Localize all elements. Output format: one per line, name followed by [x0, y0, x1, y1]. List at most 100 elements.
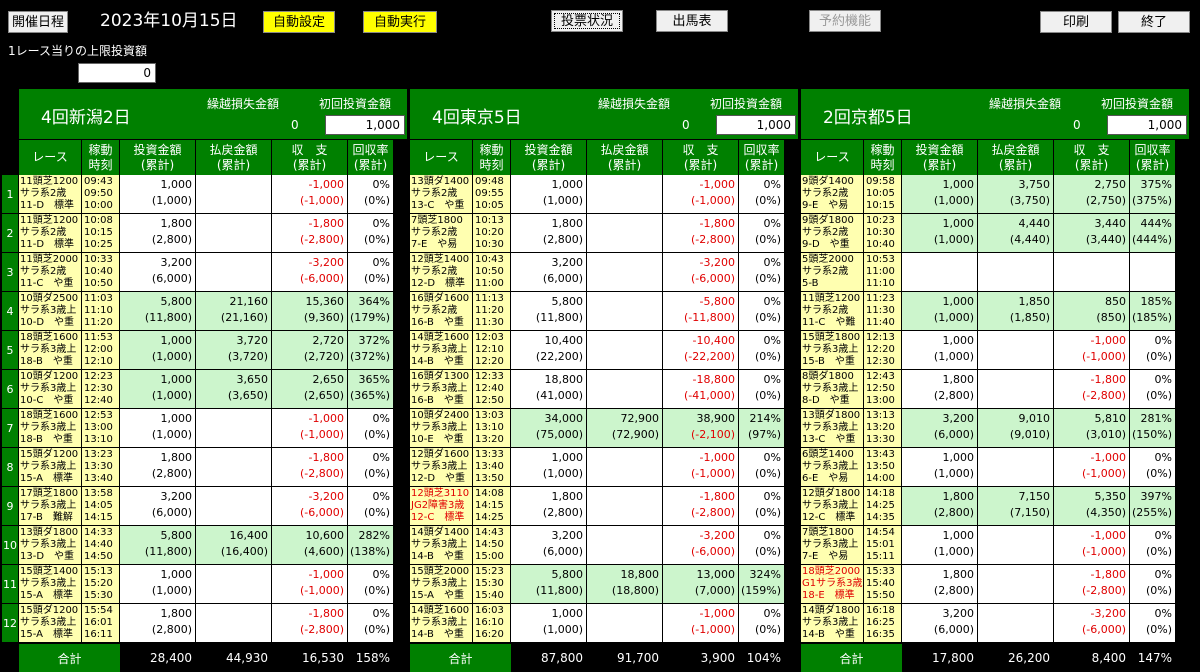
time-line: 11:00 [866, 266, 895, 277]
race-info-cell[interactable]: 15頭ダ1200 サラ系3歳上 15-A 標準 [19, 604, 82, 643]
race-info-cell[interactable]: 14頭ダ1800 サラ系3歳上 14-B や重 [801, 604, 864, 643]
init-input[interactable]: 1,000 [325, 115, 405, 135]
time-cell: 14:54 15:01 15:11 [864, 526, 902, 565]
invest-cell-value: 1,000 [942, 451, 975, 464]
race-info-cell[interactable]: 14頭芝1600 サラ系3歳上 14-B や重 [410, 331, 473, 370]
race-info-cell[interactable]: 7頭芝1800 サラ系2歳 7-E や易 [410, 214, 473, 253]
reserve-button[interactable]: 予約機能 [809, 10, 881, 32]
race-info-cell[interactable]: 13頭ダ1800 サラ系3歳上 13-C や重 [801, 409, 864, 448]
init-input[interactable]: 1,000 [716, 115, 796, 135]
column-header-text: 投資金額 [524, 143, 573, 158]
payout-cell-cumulative: (72,900) [611, 428, 659, 441]
race-info-cell[interactable]: 11頭芝1200 サラ系2歳 11-D 標準 [19, 175, 82, 214]
limit-input[interactable]: 0 [78, 63, 156, 83]
time-line: 12:33 [475, 371, 504, 382]
race-info-cell[interactable]: 12頭芝3110 JG2障害3歳 12-C 標準 [410, 487, 473, 526]
rate-cell: 0% (0%) [1130, 448, 1176, 487]
race-info-cell[interactable]: 10頭ダ2500 サラ系3歳上 10-D や重 [19, 292, 82, 331]
time-line: 14:40 [84, 539, 113, 550]
race-info-cell[interactable]: 11頭芝2000 サラ系2歳 11-C や重 [19, 253, 82, 292]
time-line: 13:33 [475, 449, 504, 460]
race-info-cell[interactable]: 9頭ダ1800 サラ系2歳 9-D や重 [801, 214, 864, 253]
race-info-cell[interactable]: 9頭ダ1400 サラ系2歳 9-E や易 [801, 175, 864, 214]
invest-cell: 3,200 (6,000) [120, 487, 196, 526]
race-info-cell[interactable]: 15頭芝1400 サラ系3歳上 15-A 標準 [19, 565, 82, 604]
payout-cell-cumulative: (21,160) [220, 311, 268, 324]
invest-cell: 3,200 (6,000) [902, 409, 978, 448]
race-card-button[interactable]: 出馬表 [656, 10, 728, 32]
race-info-cell[interactable]: 12頭ダ1800 サラ系3歳上 12-C 標準 [801, 487, 864, 526]
schedule-button[interactable]: 開催日程 [8, 11, 68, 33]
auto-set-button[interactable]: 自動設定 [263, 11, 335, 33]
total-payout: 91,700 [587, 644, 663, 672]
race-line-3: 11-C や重 [20, 278, 74, 289]
venue-header: 2回京都5日 繰越損失金額 0 初回投資金額 1,000 [801, 87, 1189, 139]
balance-cell-cumulative: (-2,800) [1081, 584, 1126, 597]
total-payout: 44,930 [196, 644, 272, 672]
balance-cell-value: -1,800 [308, 451, 344, 464]
race-info-cell[interactable]: 12頭芝1400 サラ系2歳 12-D 標準 [410, 253, 473, 292]
race-line-3: 12-C 標準 [411, 512, 465, 523]
balance-cell-cumulative: (-2,800) [299, 467, 344, 480]
race-line-3: 15-A 標準 [20, 590, 73, 601]
race-info-cell[interactable]: 11頭芝1200 サラ系2歳 11-C や難 [801, 292, 864, 331]
race-info-cell[interactable]: 14頭ダ1400 サラ系3歳上 14-B や重 [410, 526, 473, 565]
invest-cell-value: 1,000 [160, 373, 193, 386]
race-info-cell[interactable]: 13頭ダ1800 サラ系3歳上 13-D や重 [19, 526, 82, 565]
column-header: 投資金額 (累計) [902, 139, 978, 175]
race-info-cell[interactable]: 8頭ダ1800 サラ系3歳上 8-D や重 [801, 370, 864, 409]
time-cell: 13:43 13:50 14:00 [864, 448, 902, 487]
invest-cell [902, 253, 978, 292]
race-info-cell[interactable]: 14頭芝1600 サラ系3歳上 14-B や重 [410, 604, 473, 643]
race-info-cell[interactable]: 10頭ダ1200 サラ系3歳上 10-C や重 [19, 370, 82, 409]
rate-cell: 281% (150%) [1130, 409, 1176, 448]
balance-cell-cumulative: (-2,800) [299, 233, 344, 246]
time-cell: 09:48 09:55 10:05 [473, 175, 511, 214]
rate-cell-cumulative: (185%) [1131, 311, 1172, 324]
race-info-cell[interactable]: 10頭ダ2400 サラ系3歳上 10-E や重 [410, 409, 473, 448]
rate-cell-cumulative: (0%) [363, 584, 390, 597]
race-info-cell[interactable]: 6頭芝1400 サラ系3歳上 6-E や易 [801, 448, 864, 487]
race-info-cell[interactable]: 18頭芝1600 サラ系3歳上 18-B や重 [19, 409, 82, 448]
race-info-cell[interactable]: 5頭芝2000 サラ系2歳 5-B [801, 253, 864, 292]
print-button[interactable]: 印刷 [1040, 11, 1112, 33]
race-info-cell[interactable]: 11頭芝1200 サラ系2歳 11-D 標準 [19, 214, 82, 253]
race-info-cell[interactable]: 13頭ダ1400 サラ系2歳 13-C や重 [410, 175, 473, 214]
race-line-1: 15頭ダ1200 [20, 605, 79, 616]
race-line-1: 12頭芝3110 [411, 488, 470, 499]
race-info-cell[interactable]: 12頭ダ1600 サラ系3歳上 12-D や重 [410, 448, 473, 487]
time-cell: 12:43 12:50 13:00 [864, 370, 902, 409]
race-info-cell[interactable]: 18頭芝1600 サラ系3歳上 18-B や重 [19, 331, 82, 370]
time-line: 10:43 [475, 254, 504, 265]
payout-cell: 72,900 (72,900) [587, 409, 663, 448]
race-line-3: 11-D 標準 [20, 239, 75, 250]
vote-status-button[interactable]: 投票状況 [551, 10, 623, 32]
init-input[interactable]: 1,000 [1107, 115, 1187, 135]
balance-cell [1054, 253, 1130, 292]
race-info-cell[interactable]: 18頭芝2000 G1サラ系3歳 18-E 標準 [801, 565, 864, 604]
balance-cell: -1,800 (-2,800) [1054, 565, 1130, 604]
invest-cell-value: 1,800 [551, 217, 584, 230]
row-number: 9 [2, 487, 18, 526]
race-info-cell[interactable]: 16頭ダ1600 サラ系2歳 16-B や重 [410, 292, 473, 331]
race-info-cell[interactable]: 17頭芝1800 サラ系3歳上 17-B 難解 [19, 487, 82, 526]
race-info-cell[interactable]: 15頭芝2000 サラ系3歳上 15-A や重 [410, 565, 473, 604]
invest-cell: 1,000 (1,000) [902, 526, 978, 565]
time-line: 15:40 [475, 590, 504, 601]
balance-cell-cumulative: (-2,800) [299, 623, 344, 636]
exit-button[interactable]: 終了 [1118, 11, 1190, 33]
auto-exec-button[interactable]: 自動実行 [363, 11, 437, 33]
race-info-cell[interactable]: 15頭ダ1200 サラ系3歳上 15-A 標準 [19, 448, 82, 487]
balance-cell-cumulative: (-2,800) [690, 233, 735, 246]
invest-cell: 1,800 (2,800) [120, 604, 196, 643]
race-info-cell[interactable]: 15頭芝1800 サラ系3歳上 15-B や重 [801, 331, 864, 370]
race-info-cell[interactable]: 7頭芝1800 サラ系3歳上 7-E や易 [801, 526, 864, 565]
invest-cell: 3,200 (6,000) [902, 604, 978, 643]
time-line: 10:20 [475, 227, 504, 238]
time-line: 14:00 [866, 473, 895, 484]
race-line-2: サラ系3歳上 [20, 500, 77, 511]
race-info-cell[interactable]: 16頭ダ1300 サラ系3歳上 16-B や重 [410, 370, 473, 409]
invest-cell: 1,000 (1,000) [902, 331, 978, 370]
invest-cell: 10,400 (22,200) [511, 331, 587, 370]
race-line-3: 9-D や重 [802, 239, 850, 250]
